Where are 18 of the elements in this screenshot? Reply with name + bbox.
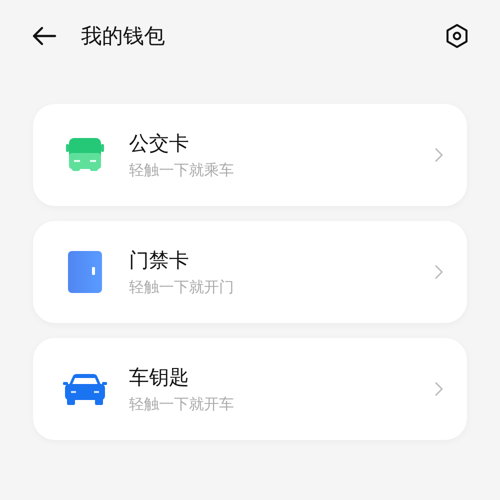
card-subtitle: 轻触一下就乘车 (129, 161, 235, 180)
chevron-icon (435, 265, 443, 279)
car-icon (63, 372, 107, 406)
page-title: 我的钱包 (81, 23, 166, 50)
wallet-card[interactable]: 门禁卡 轻触一下就开门 (33, 221, 467, 323)
door-icon (68, 251, 102, 293)
card-title: 公交卡 (129, 130, 190, 157)
wallet-card[interactable]: 车钥匙 轻触一下就开车 (33, 338, 467, 440)
card-subtitle: 轻触一下就开门 (129, 278, 235, 297)
back-icon[interactable] (31, 26, 57, 46)
settings-icon[interactable] (445, 23, 469, 49)
card-title: 车钥匙 (129, 364, 190, 391)
chevron-icon (435, 148, 443, 162)
chevron-icon (435, 382, 443, 396)
card-title: 门禁卡 (129, 247, 190, 274)
wallet-card[interactable]: 公交卡 轻触一下就乘车 (33, 104, 467, 206)
bus-icon (66, 136, 104, 174)
card-subtitle: 轻触一下就开车 (129, 395, 235, 414)
